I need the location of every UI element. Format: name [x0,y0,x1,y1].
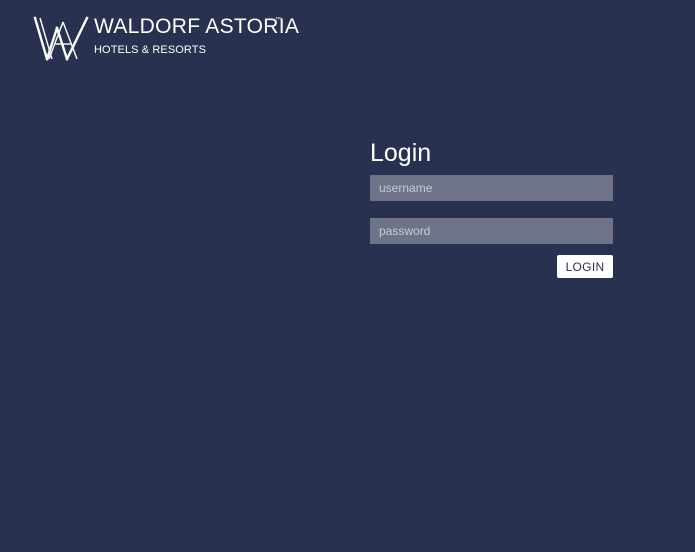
password-input[interactable] [370,218,613,244]
username-input[interactable] [370,175,613,201]
waldorf-astoria-monogram-icon [33,16,89,61]
form-actions: LOGIN [370,255,613,278]
login-title: Login [370,139,432,167]
login-page: WALDORF ASTORIA ™ HOTELS & RESORTS Login… [0,0,695,552]
brand-name: WALDORF ASTORIA [94,15,300,38]
trademark-symbol: ™ [275,17,281,23]
login-button[interactable]: LOGIN [557,255,613,278]
brand-logo: WALDORF ASTORIA ™ HOTELS & RESORTS [33,16,299,62]
brand-subtitle: HOTELS & RESORTS [94,44,207,56]
login-form: Login LOGIN [370,138,613,278]
